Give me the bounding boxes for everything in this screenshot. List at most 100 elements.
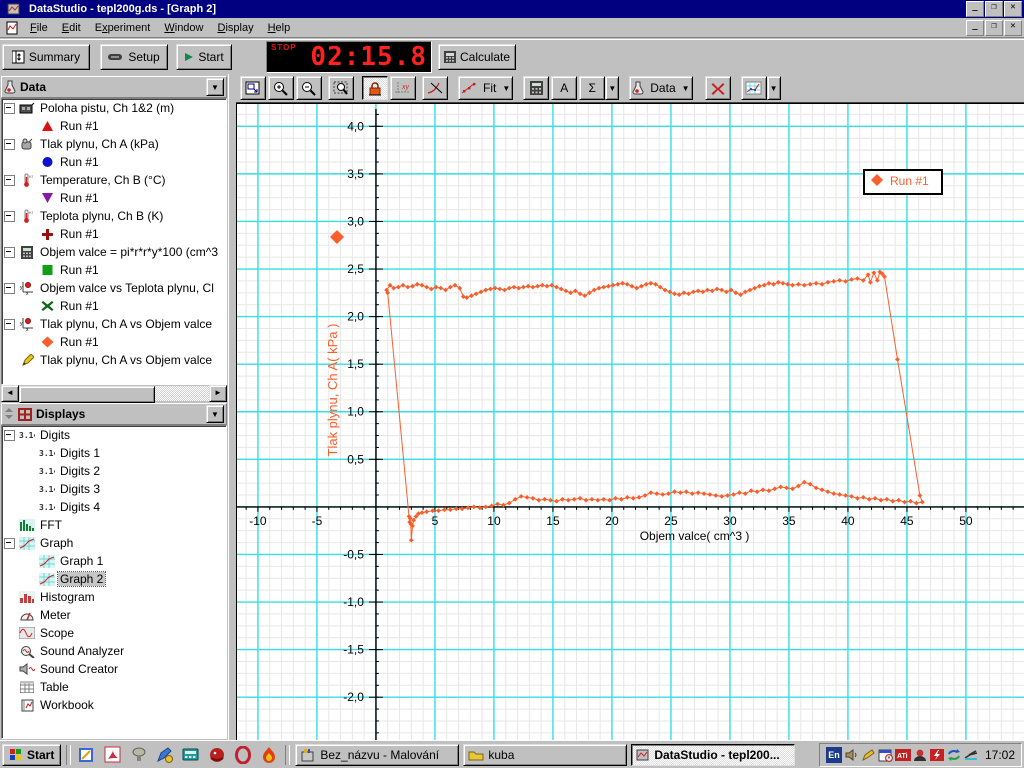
data-item[interactable]: Objem valce = pi*r*r*y*100 (cm^3 (2, 243, 226, 261)
display-item-digits[interactable]: 3.14 Digits (2, 426, 226, 444)
graph-display[interactable]: -10 -5 5 10 15 20 25 30 35 40 45 50 4,0 3,5 3,0 2,5 2,0 1… (236, 103, 1024, 740)
text-tool-button[interactable]: A (551, 76, 578, 100)
calculator-icon[interactable] (180, 744, 202, 766)
start-button[interactable]: Start (176, 44, 232, 70)
menu-display[interactable]: Display (211, 20, 261, 36)
data-menu-button[interactable]: Data ▼ (629, 76, 693, 100)
menu-experiment[interactable]: Experiment (88, 20, 158, 36)
zoom-in-button[interactable] (268, 76, 294, 100)
displays-dropdown-button[interactable]: ▼ (206, 405, 224, 423)
legend[interactable]: Run #1 (863, 169, 943, 195)
statistics-button[interactable]: Σ (579, 76, 606, 100)
display-item-graph-2[interactable]: Graph 2 (2, 570, 226, 588)
dragon-icon[interactable] (206, 744, 228, 766)
summary-button[interactable]: Summary (2, 44, 90, 70)
acrobat-icon[interactable] (102, 744, 124, 766)
data-item[interactable]: KTD Teplota plynu, Ch B (K) (2, 207, 226, 225)
collapse-icon[interactable] (4, 102, 15, 114)
calculate-button[interactable]: Calculate (438, 44, 516, 70)
data-run-item[interactable]: Run #1 (2, 297, 226, 315)
menu-file[interactable]: File (23, 20, 55, 36)
collapse-icon[interactable] (4, 138, 15, 150)
display-item-fft[interactable]: FFT (2, 516, 226, 534)
data-panel-header[interactable]: Data ▼ (1, 76, 227, 98)
zoom-out-button[interactable] (296, 76, 322, 100)
data-run-item[interactable]: Run #1 (2, 261, 226, 279)
sync-icon[interactable] (946, 747, 962, 763)
slope-tool-button[interactable] (422, 76, 448, 100)
task-button-datastudio[interactable]: DataStudio - tepl200... (631, 743, 796, 766)
agent-icon[interactable] (912, 747, 928, 763)
restore-button[interactable]: ❐ (985, 1, 1003, 17)
calculator-button[interactable] (523, 76, 550, 100)
display-item-digits-1[interactable]: 3.14 Digits 1 (2, 444, 226, 462)
doc-close-button[interactable]: ✕ (1004, 19, 1022, 36)
settings-button[interactable] (740, 76, 767, 100)
fit-menu-button[interactable]: Fit ▼ (458, 76, 514, 100)
display-item-sound-creator[interactable]: Sound Creator (2, 660, 226, 678)
settings-button-dropdown[interactable]: ▼ (766, 76, 781, 100)
task-button-kuba[interactable]: kuba (463, 743, 628, 766)
doc-minimize-button[interactable]: _ (966, 19, 984, 36)
data-item[interactable]: y x Objem valce vs Teplota plynu, Cl (2, 279, 226, 297)
display-item-digits-3[interactable]: 3.14 Digits 3 (2, 480, 226, 498)
data-item[interactable]: Tlak plynu, Ch A vs Objem valce (2, 351, 226, 369)
data-item[interactable]: KTD Temperature, Ch B (°C) (2, 171, 226, 189)
data-run-item[interactable]: Run #1 (2, 225, 226, 243)
scale-to-fit-button[interactable] (240, 76, 266, 100)
display-item-meter[interactable]: Meter (2, 606, 226, 624)
scroll-right-icon[interactable]: ► (209, 385, 227, 402)
notes-icon[interactable] (76, 744, 98, 766)
language-indicator[interactable]: En (825, 746, 842, 763)
menu-edit[interactable]: Edit (55, 20, 88, 36)
data-tree-hscrollbar[interactable]: ◄ ► (1, 385, 227, 403)
menu-window[interactable]: Window (157, 20, 210, 36)
power-icon[interactable] (929, 747, 945, 763)
opera-icon[interactable] (232, 744, 254, 766)
lamp-icon[interactable] (128, 744, 150, 766)
data-run-item[interactable]: Run #1 (2, 333, 226, 351)
data-run-item[interactable]: Run #1 (2, 189, 226, 207)
smart-tool-button[interactable] (362, 76, 388, 100)
setup-button[interactable]: Setup (100, 44, 168, 70)
graph-document-icon[interactable] (4, 21, 20, 35)
collapse-icon[interactable] (4, 282, 15, 294)
display-item-scope[interactable]: Scope (2, 624, 226, 642)
collapse-icon[interactable] (4, 429, 15, 441)
collapse-icon[interactable] (4, 174, 15, 186)
data-item[interactable]: y x Tlak plynu, Ch A vs Objem valce (2, 315, 226, 333)
collapse-icon[interactable] (4, 246, 15, 258)
displays-panel-header[interactable]: Displays ▼ (1, 403, 227, 425)
task-button-bez_názvu[interactable]: Bez_názvu - Malování (295, 743, 460, 766)
display-item-digits-2[interactable]: 3.14 Digits 2 (2, 462, 226, 480)
close-button[interactable]: ✕ (1004, 1, 1022, 17)
menu-help[interactable]: Help (261, 20, 298, 36)
data-item[interactable]: Tlak plynu, Ch A (kPa) (2, 135, 226, 153)
scheduler-icon[interactable] (878, 747, 894, 763)
display-item-histogram[interactable]: Histogram (2, 588, 226, 606)
display-item-sound-analyzer[interactable]: Sound Analyzer (2, 642, 226, 660)
flame-icon[interactable] (258, 744, 280, 766)
display-item-graph-1[interactable]: Graph 1 (2, 552, 226, 570)
plot-canvas[interactable]: -10 -5 5 10 15 20 25 30 35 40 45 50 4,0 3,5 3,0 2,5 2,0 1… (236, 103, 1024, 740)
display-item-digits-4[interactable]: 3.14 Digits 4 (2, 498, 226, 516)
data-dropdown-button[interactable]: ▼ (206, 78, 224, 96)
collapse-icon[interactable] (4, 318, 15, 330)
stylus-icon[interactable] (861, 747, 877, 763)
modem-icon[interactable] (963, 747, 979, 763)
statistics-button-dropdown[interactable]: ▼ (605, 76, 620, 100)
data-run-item[interactable]: Run #1 (2, 153, 226, 171)
doc-restore-button[interactable]: ❐ (985, 19, 1003, 36)
scroll-left-icon[interactable]: ◄ (1, 385, 19, 402)
speaker-icon[interactable] (844, 747, 860, 763)
scroll-thumb[interactable] (19, 386, 155, 403)
xy-tool-button[interactable]: xy (390, 76, 416, 100)
start-menu-button[interactable]: Start (2, 743, 62, 766)
collapse-icon[interactable] (4, 537, 15, 549)
collapse-icon[interactable] (4, 210, 15, 222)
minimize-button[interactable]: _ (966, 1, 984, 17)
display-item-table[interactable]: Table (2, 678, 226, 696)
display-item-workbook[interactable]: Workbook (2, 696, 226, 714)
data-run-item[interactable]: Run #1 (2, 117, 226, 135)
paint-tools-icon[interactable] (154, 744, 176, 766)
